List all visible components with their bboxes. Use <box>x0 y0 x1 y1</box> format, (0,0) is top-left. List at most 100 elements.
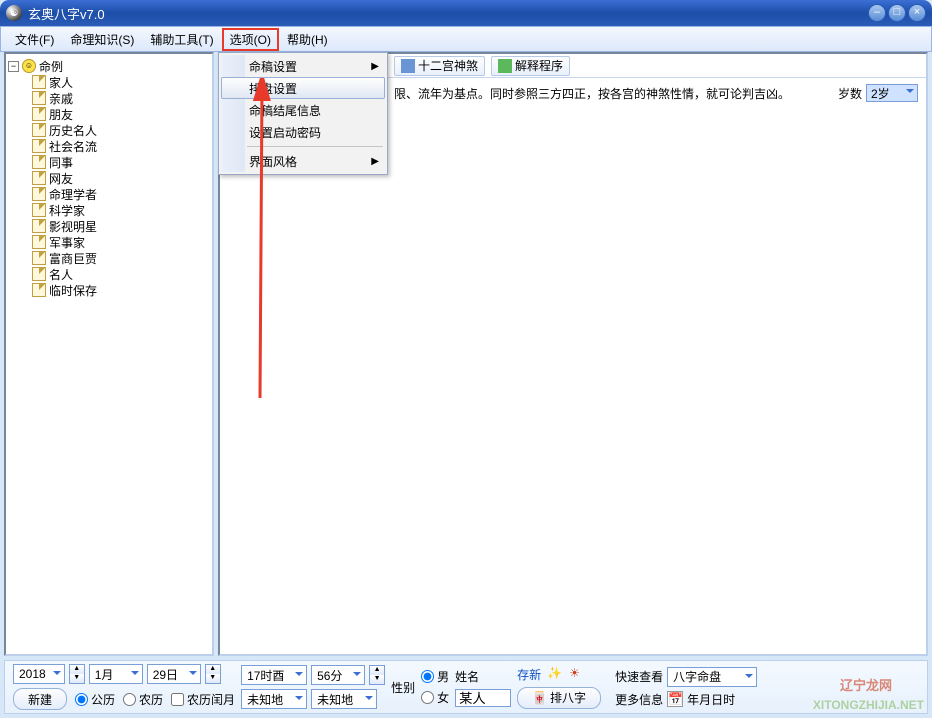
name-label: 姓名 <box>455 668 511 685</box>
doc-icon <box>32 171 46 185</box>
gender-label: 性别 <box>391 679 415 696</box>
doc-icon <box>32 75 46 89</box>
loc2-select[interactable]: 未知地 <box>311 689 377 709</box>
moreinfo-link[interactable]: 年月日时 <box>687 691 735 708</box>
tree-item[interactable]: 影视明星 <box>32 218 210 234</box>
tree-item[interactable]: 历史名人 <box>32 122 210 138</box>
loc1-select[interactable]: 未知地 <box>241 689 307 709</box>
btn-twelve-palaces[interactable]: 十二宫神煞 <box>394 56 485 76</box>
dd-item-paipan[interactable]: 排盘设置 <box>221 77 385 99</box>
hour-select[interactable]: 17时酉 <box>241 665 307 685</box>
chevron-right-icon: ▶ <box>371 156 379 167</box>
tree-item[interactable]: 临时保存 <box>32 282 210 298</box>
radio-female[interactable]: 女 <box>421 689 449 706</box>
tree-panel[interactable]: − ☺ 命例 家人亲戚朋友历史名人社会名流同事网友命理学者科学家影视明星军事家富… <box>4 52 214 656</box>
collapse-icon[interactable]: − <box>8 61 19 72</box>
spin-up-icon[interactable]: ▲ <box>70 665 84 674</box>
spin-down-icon[interactable]: ▼ <box>370 675 384 684</box>
sun-icon[interactable]: ☀ <box>569 666 585 682</box>
maximize-button[interactable]: □ <box>888 4 906 22</box>
spin-down-icon[interactable]: ▼ <box>206 674 220 683</box>
tree-item[interactable]: 富商巨贾 <box>32 250 210 266</box>
tree-item[interactable]: 科学家 <box>32 202 210 218</box>
tree-item[interactable]: 亲戚 <box>32 90 210 106</box>
tree-item[interactable]: 朋友 <box>32 106 210 122</box>
dd-label: 排盘设置 <box>249 80 297 97</box>
btn-explain[interactable]: 解释程序 <box>491 56 570 76</box>
doc-icon <box>32 187 46 201</box>
minimize-button[interactable]: – <box>868 4 886 22</box>
tree-item[interactable]: 社会名流 <box>32 138 210 154</box>
menu-help[interactable]: 帮助(H) <box>279 28 336 51</box>
spin-down-icon[interactable]: ▼ <box>70 674 84 683</box>
tree-item-label: 富商巨贾 <box>49 250 97 267</box>
tree-item-label: 社会名流 <box>49 138 97 155</box>
tree-item[interactable]: 网友 <box>32 170 210 186</box>
btn-label: 解释程序 <box>515 57 563 74</box>
doc-icon <box>32 219 46 233</box>
tree-item[interactable]: 名人 <box>32 266 210 282</box>
radio-solar[interactable]: 公历 <box>75 691 115 708</box>
tree-item-label: 历史名人 <box>49 122 97 139</box>
spin-up-icon[interactable]: ▲ <box>206 665 220 674</box>
close-button[interactable]: × <box>908 4 926 22</box>
doc-icon <box>32 123 46 137</box>
info-text: 限、流年为基点。同时参照三方四正，按各宫的神煞性情，就可论判吉凶。 <box>394 85 790 102</box>
age-select[interactable]: 2岁 <box>866 84 918 102</box>
save-link[interactable]: 存新 <box>517 666 541 683</box>
tree-item-label: 影视明星 <box>49 218 97 235</box>
day-value: 29日 <box>153 666 178 683</box>
minute-select[interactable]: 56分 <box>311 665 365 685</box>
quickview-select[interactable]: 八字命盘 <box>667 667 757 687</box>
name-input[interactable] <box>455 689 511 707</box>
doc-icon <box>32 235 46 249</box>
new-button[interactable]: 新建 <box>13 688 67 710</box>
tree-item-label: 科学家 <box>49 202 85 219</box>
loc-value: 未知地 <box>317 691 353 708</box>
radio-male[interactable]: 男 <box>421 668 449 685</box>
grid-icon <box>401 59 415 73</box>
age-label: 岁数 <box>838 85 862 102</box>
tree-item-label: 网友 <box>49 170 73 187</box>
dd-item-style[interactable]: 界面风格▶ <box>221 150 385 172</box>
doc-icon <box>32 203 46 217</box>
tree-item-label: 家人 <box>49 74 73 91</box>
chevron-right-icon: ▶ <box>371 61 379 72</box>
paiba-button[interactable]: 🀄排八字 <box>517 687 601 709</box>
doc-icon <box>32 283 46 297</box>
check-leap[interactable]: 农历闰月 <box>171 691 235 708</box>
calc-icon: 🀄 <box>532 691 547 705</box>
radio-lunar[interactable]: 农历 <box>123 691 163 708</box>
menu-knowledge[interactable]: 命理知识(S) <box>62 28 142 51</box>
menu-tools[interactable]: 辅助工具(T) <box>142 28 221 51</box>
menubar: 文件(F) 命理知识(S) 辅助工具(T) 选项(O) 帮助(H) <box>0 26 932 52</box>
year-spinner[interactable]: ▲▼ <box>69 664 85 684</box>
dropdown-separator <box>247 146 383 147</box>
minute-spinner[interactable]: ▲▼ <box>369 665 385 685</box>
tree-item[interactable]: 命理学者 <box>32 186 210 202</box>
dd-item-tail[interactable]: 命稿结尾信息 <box>221 99 385 121</box>
month-select[interactable]: 1月 <box>89 664 143 684</box>
day-select[interactable]: 29日 <box>147 664 201 684</box>
year-select[interactable]: 2018 <box>13 664 65 684</box>
tree-root: − ☺ 命例 家人亲戚朋友历史名人社会名流同事网友命理学者科学家影视明星军事家富… <box>8 58 210 298</box>
app-icon: ☯ <box>6 5 22 21</box>
quickview-label: 快速查看 <box>615 668 663 685</box>
menu-file[interactable]: 文件(F) <box>7 28 62 51</box>
tree-item[interactable]: 同事 <box>32 154 210 170</box>
wand-icon[interactable]: ✨ <box>547 666 563 682</box>
radio-label: 农历 <box>139 691 163 708</box>
hour-value: 17时酉 <box>247 667 284 684</box>
dd-label: 命稿设置 <box>249 58 297 75</box>
dd-item-password[interactable]: 设置启动密码 <box>221 121 385 143</box>
tree-root-row[interactable]: − ☺ 命例 <box>8 58 210 74</box>
btn-label: 十二宫神煞 <box>418 57 478 74</box>
menu-options[interactable]: 选项(O) <box>222 28 279 51</box>
tree-item[interactable]: 家人 <box>32 74 210 90</box>
calendar-icon[interactable]: 📅 <box>667 691 683 707</box>
day-spinner[interactable]: ▲▼ <box>205 664 221 684</box>
tree-item[interactable]: 军事家 <box>32 234 210 250</box>
year-value: 2018 <box>19 667 46 681</box>
spin-up-icon[interactable]: ▲ <box>370 666 384 675</box>
dd-item-minggao[interactable]: 命稿设置 ▶ <box>221 55 385 77</box>
